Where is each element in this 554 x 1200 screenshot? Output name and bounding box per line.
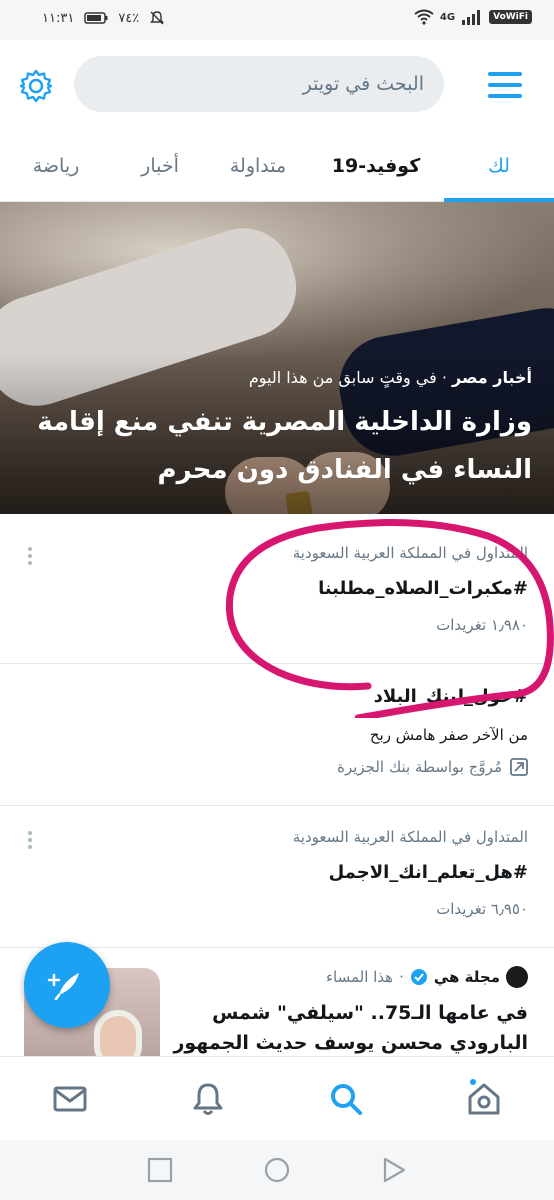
wifi-icon (414, 9, 434, 25)
mute-bell-icon (150, 11, 165, 25)
tab-covid[interactable]: كوفيد-19 (316, 130, 436, 202)
status-time: ١١:٣١ (42, 10, 75, 26)
hero-time: في وقتٍ سابق من هذا اليوم (248, 368, 437, 387)
tab-label: رياضة (32, 155, 80, 177)
battery-level: ٧٤٪ (118, 10, 140, 26)
tab-sports[interactable]: رياضة (0, 130, 112, 202)
recents-square-icon[interactable] (146, 1156, 174, 1184)
tab-for-you[interactable]: لك (444, 130, 554, 202)
hamburger-icon[interactable] (488, 70, 522, 100)
trend-count: ١٫٩٨٠ تغريدات (436, 616, 528, 634)
tab-label: متداولة (229, 155, 287, 177)
promoted-arrow-icon (510, 758, 528, 776)
news-time: هذا المساء (325, 968, 394, 986)
hero-title: وزارة الداخلية المصرية تنفي منع إقامة ال… (37, 407, 532, 485)
feather-plus-icon (47, 973, 79, 1001)
trend-item[interactable]: المتداول في المملكة العربية السعودية #هل… (0, 806, 554, 948)
news-source: مجلة هي (433, 968, 500, 986)
gear-icon[interactable] (18, 68, 54, 104)
separator-dot: · (399, 968, 404, 986)
source-avatar (506, 966, 528, 988)
tab-trending[interactable]: متداولة (208, 130, 308, 202)
envelope-icon[interactable] (50, 1079, 90, 1119)
explore-tabs: لك كوفيد-19 متداولة أخبار رياضة (0, 130, 554, 202)
news-title: في عامها الـ75.. "سيلفي" شمس البارودي مح… (173, 1002, 528, 1054)
trend-context: المتداول في المملكة العربية السعودية (292, 828, 528, 846)
trend-description: من الآخر صفر هامش ربح (369, 726, 528, 744)
hero-story[interactable]: أخبار مصر · في وقتٍ سابق من هذا اليوم وز… (0, 202, 554, 514)
search-icon[interactable] (326, 1079, 366, 1119)
top-header (0, 40, 554, 130)
trend-count: ٦٫٩٥٠ تغريدات (436, 900, 528, 918)
bell-icon[interactable] (188, 1079, 228, 1119)
bottom-navigation (0, 1056, 554, 1140)
tab-news[interactable]: أخبار (120, 130, 200, 202)
back-triangle-icon[interactable] (380, 1156, 408, 1184)
promoted-text: مُروَّج بواسطة بنك الجزيرة (337, 758, 502, 776)
vowifi-badge: VoWiFi (489, 10, 532, 24)
more-vertical-icon[interactable] (22, 546, 38, 566)
compose-tweet-button[interactable] (24, 942, 110, 1028)
tab-label: أخبار (141, 155, 179, 177)
battery-icon (84, 12, 108, 24)
separator-dot: · (436, 368, 447, 387)
promoted-trend-item[interactable]: #حول_لبنك_البلاد من الآخر صفر هامش ربح م… (0, 664, 554, 806)
trend-hashtag: #هل_تعلم_انك_الاجمل (328, 862, 528, 883)
hero-meta: أخبار مصر · في وقتٍ سابق من هذا اليوم (249, 368, 532, 387)
status-bar-left: ١١:٣١ ٧٤٪ (42, 10, 165, 26)
tab-label: لك (488, 155, 510, 177)
trend-hashtag: #مكبرات_الصلاه_مطلبنا (318, 578, 528, 599)
home-circle-icon[interactable] (263, 1156, 291, 1184)
network-type: 4G (439, 11, 456, 23)
trend-item[interactable]: المتداول في المملكة العربية السعودية #مك… (0, 522, 554, 664)
hero-source: أخبار مصر (452, 368, 532, 387)
search-bar[interactable] (74, 56, 444, 112)
search-input[interactable] (104, 56, 424, 112)
thumbnail-face (94, 1010, 142, 1056)
more-vertical-icon[interactable] (22, 830, 38, 850)
status-bar: ١١:٣١ ٧٤٪ 4G VoWiFi (0, 0, 554, 40)
news-meta: مجلة هي · هذا المساء (326, 966, 528, 988)
home-icon[interactable] (464, 1079, 504, 1119)
status-bar-right: 4G VoWiFi (414, 9, 532, 25)
trend-context: المتداول في المملكة العربية السعودية (292, 544, 528, 562)
verified-badge-icon (410, 969, 427, 985)
tab-label: كوفيد-19 (331, 155, 421, 177)
signal-icon (462, 10, 481, 25)
system-navigation-bar (0, 1140, 554, 1200)
trend-hashtag: #حول_لبنك_البلاد (373, 686, 528, 707)
promoted-label: مُروَّج بواسطة بنك الجزيرة (337, 758, 528, 776)
